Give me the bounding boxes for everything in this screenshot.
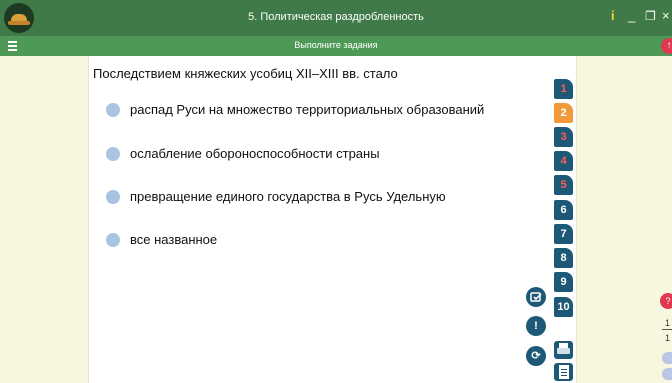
right-badge-icon[interactable]: ? bbox=[660, 293, 672, 309]
radio-dot-icon[interactable] bbox=[106, 103, 120, 117]
question-tab-3[interactable]: 3 bbox=[554, 127, 573, 147]
printer-icon[interactable] bbox=[554, 341, 573, 359]
right-side-panel bbox=[577, 56, 672, 383]
question-tab-8[interactable]: 8 bbox=[554, 248, 573, 268]
close-button[interactable]: × bbox=[662, 8, 670, 24]
question-tab-2[interactable]: 2 bbox=[554, 103, 573, 123]
instruction-bar: Выполните задания ↑ bbox=[0, 36, 672, 56]
minimize-button[interactable]: _ bbox=[628, 8, 635, 24]
left-side-panel bbox=[0, 56, 88, 383]
right-counter-top: 1 bbox=[665, 318, 671, 328]
reload-icon[interactable]: ⟳ bbox=[526, 346, 546, 366]
answer-label: ослабление обороноспособности страны bbox=[130, 146, 380, 161]
maximize-button[interactable]: ❐ bbox=[645, 8, 656, 24]
radio-dot-icon[interactable] bbox=[106, 190, 120, 204]
radio-dot-icon[interactable] bbox=[106, 147, 120, 161]
info-button[interactable]: i bbox=[611, 8, 615, 24]
question-tab-6[interactable]: 6 bbox=[554, 200, 573, 220]
question-tab-5[interactable]: 5 bbox=[554, 175, 573, 195]
question-tab-4[interactable]: 4 bbox=[554, 151, 573, 171]
window-title: 5. Политическая раздробленность bbox=[248, 11, 424, 23]
answer-label: распад Руси на множество территориальных… bbox=[130, 102, 485, 117]
radio-dot-icon[interactable] bbox=[106, 233, 120, 247]
question-text: Последствием княжеских усобиц XII–XIII в… bbox=[93, 66, 398, 81]
question-tab-7[interactable]: 7 bbox=[554, 224, 573, 244]
question-tab-1[interactable]: 1 bbox=[554, 79, 573, 99]
right-divider bbox=[662, 329, 672, 330]
upload-icon[interactable]: ↑ bbox=[661, 38, 672, 54]
title-bar: 5. Политическая раздробленность i _ ❐ × bbox=[0, 0, 672, 36]
scroll-left-arrow-icon[interactable] bbox=[662, 352, 672, 364]
instruction-text: Выполните задания bbox=[294, 40, 378, 50]
question-tab-9[interactable]: 9 bbox=[554, 272, 573, 292]
scroll-right-arrow-icon[interactable] bbox=[662, 368, 672, 380]
answer-label: превращение единого государства в Русь У… bbox=[130, 189, 446, 204]
hint-icon[interactable]: ! bbox=[526, 316, 546, 336]
document-icon[interactable] bbox=[554, 363, 573, 381]
question-tab-10[interactable]: 10 bbox=[554, 297, 573, 317]
right-counter-bottom: 1 bbox=[665, 333, 671, 343]
answer-label: все названное bbox=[130, 232, 218, 247]
check-answer-icon[interactable] bbox=[526, 287, 546, 307]
